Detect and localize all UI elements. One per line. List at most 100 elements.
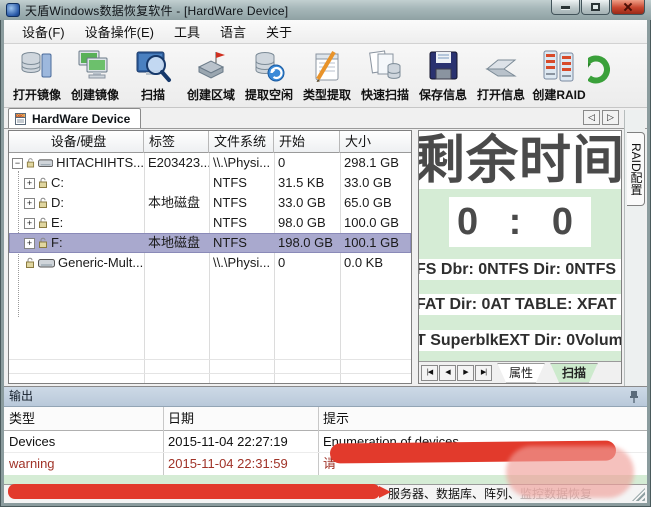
table-row-d[interactable]: + D: 本地磁盘 NTFS 33.0 GB 65.0 GB [9,193,411,213]
client-area: 设备(F) 设备操作(E) 工具 语言 关于 打开镜像 [4,20,647,503]
tab-scan[interactable]: 扫描 [550,363,598,383]
quick-scan-button[interactable]: 快速扫描 [356,47,414,103]
device-start: 198.0 GB [278,233,340,253]
menu-tools[interactable]: 工具 [164,19,210,44]
expand-box[interactable]: + [24,218,35,229]
tab-raid-config[interactable]: RAID配置 [627,132,645,206]
create-raid-button[interactable]: 创建RAID [530,47,588,103]
log-type: warning [4,453,163,475]
extract-free-icon [249,47,289,85]
create-region-button[interactable]: 创建区域 [182,47,240,103]
col-device-disk[interactable]: 设备/硬盘 [9,131,144,153]
expand-box[interactable]: + [24,178,35,189]
save-info-button[interactable]: 保存信息 [414,47,472,103]
refresh-icon [588,47,610,85]
tab-scroll-right-button[interactable]: ▷ [602,110,619,125]
out-col-hint[interactable]: 提示 [318,407,638,431]
device-label [148,253,209,273]
toolbar-label: 创建区域 [187,86,235,103]
device-name: HITACHIHTS... [56,153,144,173]
table-row-f-selected[interactable]: + F: 本地磁盘 NTFS 198.0 GB 100.1 GB [9,233,411,253]
scan-button[interactable]: 扫描 [124,47,182,103]
tab-hardware-device[interactable]: DOC HardWare Device [8,108,141,128]
device-size: 100.1 GB [344,233,412,253]
table-row-generic[interactable]: Generic-Mult... \\.\Physi... 0 0.0 KB [9,253,411,273]
expand-box[interactable]: + [24,198,35,209]
device-size: 65.0 GB [344,193,412,213]
unlock-icon [26,157,35,169]
open-image-button[interactable]: 打开镜像 [8,47,66,103]
device-fs: \\.\Physi... [213,153,274,173]
svg-text:DOC: DOC [16,113,24,117]
collapse-box[interactable]: − [12,158,23,169]
device-fs: NTFS [213,193,274,213]
pin-icon[interactable] [629,390,639,403]
device-fs: NTFS [213,213,274,233]
nav-first-button[interactable]: |◀ [421,365,438,381]
menu-device[interactable]: 设备(F) [12,19,75,44]
output-title-bar: 输出 [4,387,647,407]
device-size: 33.0 GB [344,173,412,193]
side-tab-strip: RAID配置 [624,110,645,386]
maximize-icon [591,3,600,11]
device-size: 298.1 GB [344,153,412,173]
toolbar-label: 提取空闲 [245,86,293,103]
create-image-button[interactable]: 创建镜像 [66,47,124,103]
device-table-header: 设备/硬盘 标签 文件系统 开始 大小 [9,131,411,153]
toolbar-label: 扫描 [141,86,165,103]
extract-free-button[interactable]: 提取空闲 [240,47,298,103]
toolbar-button-partial[interactable] [588,47,610,85]
tab-scroll-left-button[interactable]: ◁ [583,110,600,125]
col-size[interactable]: 大小 [340,131,412,153]
toolbar: 打开镜像 创建镜像 [4,44,647,108]
open-info-button[interactable]: 打开信息 [472,47,530,103]
menu-language[interactable]: 语言 [210,19,256,44]
device-label: 本地磁盘 [148,193,209,213]
log-hint: 请 [318,453,638,475]
resize-grip[interactable] [632,488,645,501]
col-filesystem[interactable]: 文件系统 [209,131,274,153]
toolbar-label: 快速扫描 [361,86,409,103]
menu-device-operation[interactable]: 设备操作(E) [75,19,164,44]
out-col-type[interactable]: 类型 [4,407,163,431]
log-row-devices[interactable]: Devices 2015-11-04 22:27:19 Enumeration … [4,431,647,453]
table-row-c[interactable]: + C: NTFS 31.5 KB 33.0 GB [9,173,411,193]
window-title: 天盾Windows数据恢复软件 - [HardWare Device] [25,2,288,19]
type-extract-button[interactable]: 类型提取 [298,47,356,103]
remaining-time-value: 0 : 0 [449,197,591,247]
device-label: 本地磁盘 [148,233,209,253]
device-start: 31.5 KB [278,173,340,193]
disk-icon [38,258,55,268]
close-button[interactable] [611,0,645,15]
out-col-date[interactable]: 日期 [163,407,318,431]
log-row-warning[interactable]: warning 2015-11-04 22:31:59 请 [4,453,647,475]
menu-bar: 设备(F) 设备操作(E) 工具 语言 关于 [4,20,647,44]
nav-prev-button[interactable]: ◀ [439,365,456,381]
device-name: C: [51,173,64,193]
nav-next-button[interactable]: ▶ [457,365,474,381]
expand-box[interactable]: + [24,238,35,249]
device-size: 100.0 GB [344,213,412,233]
device-label [148,173,209,193]
nav-last-button[interactable]: ▶| [475,365,492,381]
scan-tab-bar: |◀ ◀ ▶ ▶| 属性 扫描 [419,361,621,383]
scan-stat-ntfs: FS Dbr: 0NTFS Dir: 0NTFS Mft: [419,259,622,280]
minimize-icon [561,6,570,9]
app-icon [6,3,20,17]
device-table: 设备/硬盘 标签 文件系统 开始 大小 − [8,130,412,384]
col-start[interactable]: 开始 [274,131,340,153]
minimize-button[interactable] [551,0,580,15]
open-image-icon [17,47,57,85]
tab-properties[interactable]: 属性 [497,363,545,383]
create-raid-icon [539,47,579,85]
device-table-body: − HITACHIHTS... E203423... \\.\Physi... … [9,153,411,383]
menu-about[interactable]: 关于 [256,19,302,44]
log-date: 2015-11-04 22:27:19 [163,431,318,453]
table-row-e[interactable]: + E: NTFS 98.0 GB 100.0 GB [9,213,411,233]
device-start: 0 [278,253,340,273]
col-label[interactable]: 标签 [144,131,209,153]
maximize-button[interactable] [581,0,610,15]
device-start: 0 [278,153,340,173]
device-name: D: [51,193,64,213]
table-row-hitachi[interactable]: − HITACHIHTS... E203423... \\.\Physi... … [9,153,411,173]
